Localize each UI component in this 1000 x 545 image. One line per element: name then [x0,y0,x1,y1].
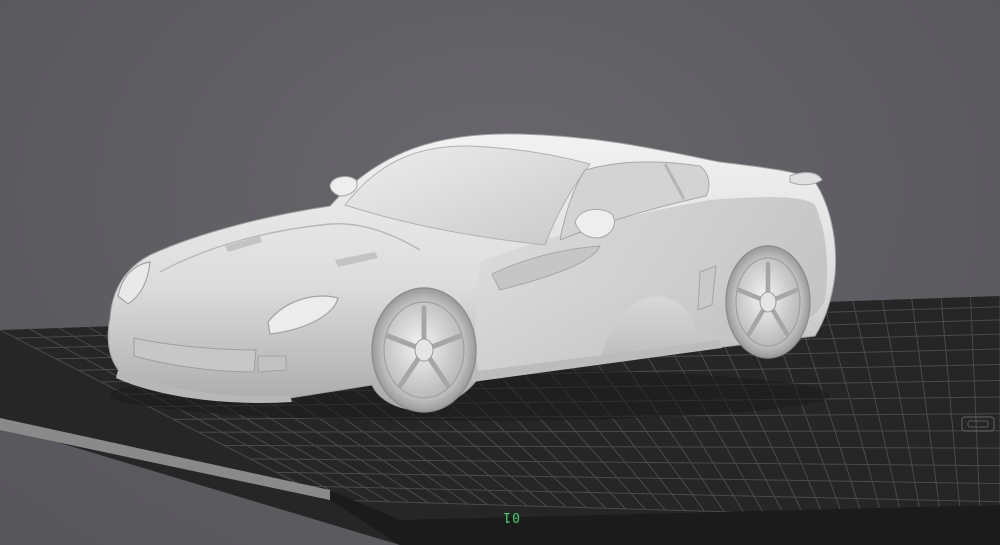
fog-light [257,355,287,373]
rear-spoiler [789,172,823,186]
3d-viewport[interactable]: 01 [0,0,1000,545]
scene-canvas[interactable]: 01 [0,0,1000,545]
front-wheel [371,287,477,413]
build-plate-label: 01 [502,509,520,524]
rear-wheel [725,245,811,359]
sports-car-model[interactable] [107,133,837,421]
